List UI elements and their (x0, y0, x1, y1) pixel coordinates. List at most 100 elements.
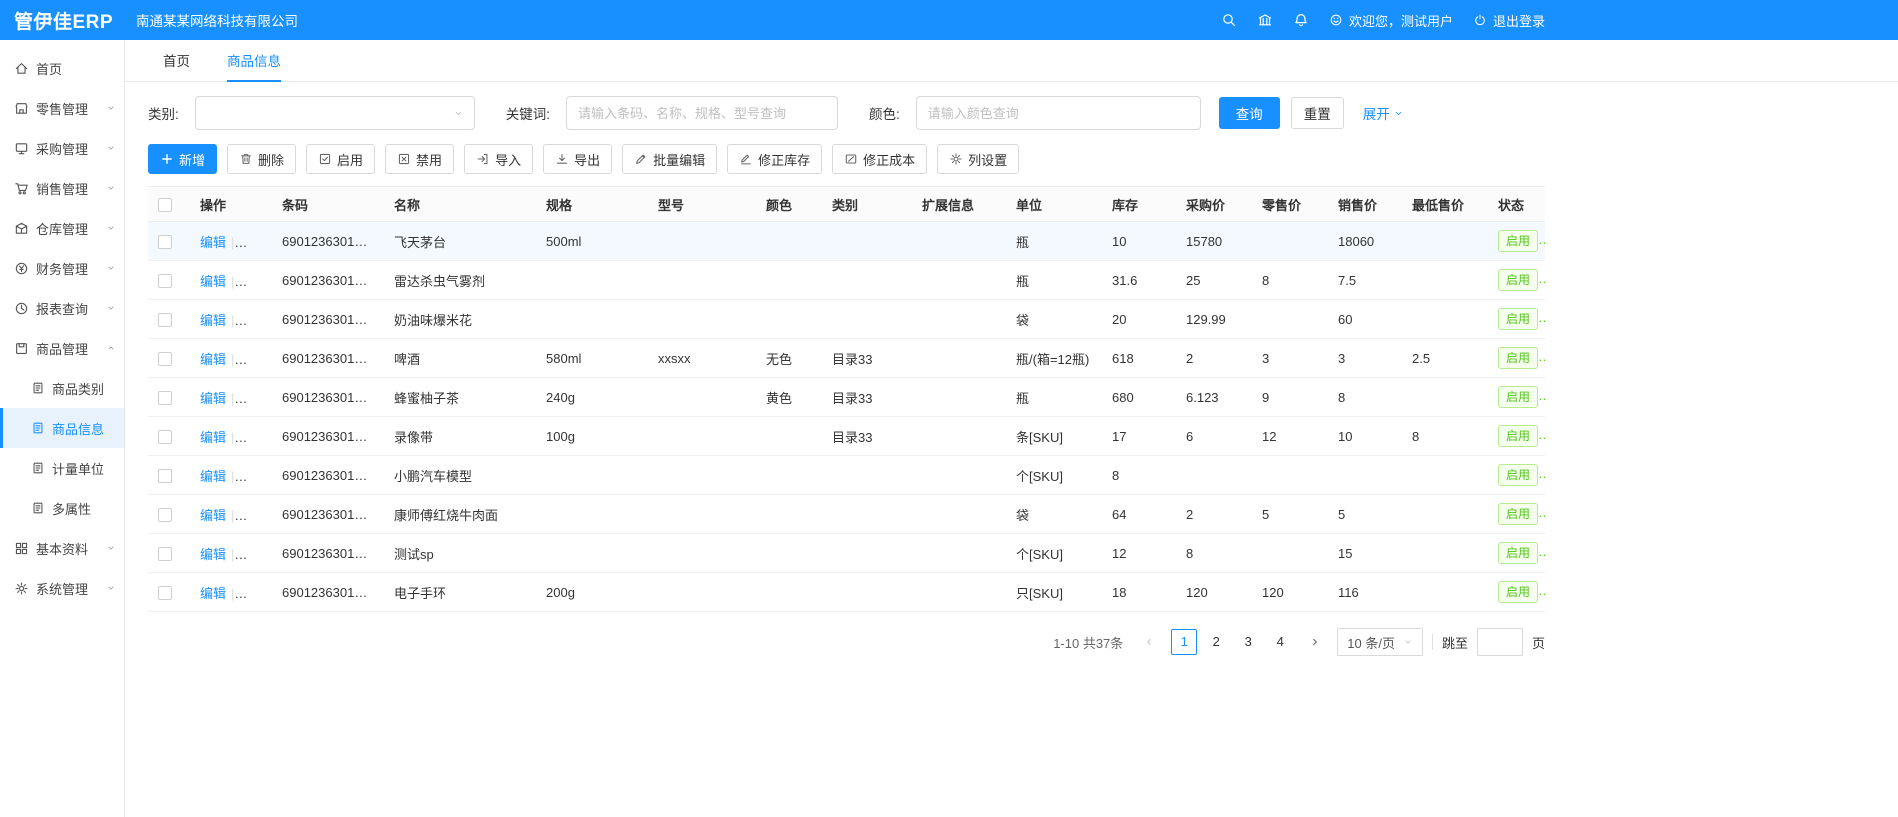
cell-category: 目录33 (822, 339, 912, 378)
action-divider: | (231, 274, 234, 289)
status-badge[interactable]: 启用 (1498, 581, 1538, 603)
status-badge[interactable]: 启用 (1498, 347, 1538, 369)
sidebar-item-measure-unit[interactable]: 计量单位 (0, 448, 124, 488)
edit-link[interactable]: 编辑 (200, 547, 226, 562)
edit-link[interactable]: 编辑 (200, 352, 226, 367)
sidebar-item-multi-attr[interactable]: 多属性 (0, 488, 124, 528)
export-button[interactable]: 导出 (543, 144, 612, 174)
cell-barcode: 6901236301321 (272, 495, 384, 534)
chevron-down-icon (106, 583, 116, 593)
sidebar-item-finance[interactable]: 财务管理 (0, 248, 124, 288)
tab-product-info[interactable]: 商品信息 (227, 40, 281, 82)
bank-icon[interactable] (1257, 12, 1273, 28)
expand-label: 展开 (1363, 103, 1390, 123)
edit-link[interactable]: 编辑 (200, 430, 226, 445)
sidebar-item-home[interactable]: 首页 (0, 48, 124, 88)
finance-icon (14, 261, 29, 276)
page-button[interactable]: 3 (1235, 629, 1261, 655)
export-icon (555, 152, 569, 166)
sidebar-item-report[interactable]: 报表查询 (0, 288, 124, 328)
page-size-select[interactable]: 10 条/页 (1337, 628, 1423, 656)
row-checkbox[interactable] (158, 586, 172, 600)
cell-status: 启用 (1488, 261, 1545, 300)
toolbar: 新增删除启用禁用导入导出 批量编辑 修正库存修正成本列设置 (148, 144, 1570, 174)
sidebar-item-sales[interactable]: 销售管理 (0, 168, 124, 208)
cell-name: 蜂蜜柚子茶 (384, 378, 536, 417)
status-badge[interactable]: 启用 (1498, 269, 1538, 291)
row-checkbox[interactable] (158, 235, 172, 249)
page-button[interactable]: 2 (1203, 629, 1229, 655)
smiley-icon (1329, 13, 1343, 27)
cell-retail: 3 (1252, 339, 1328, 378)
status-badge[interactable]: 启用 (1498, 425, 1538, 447)
edit-link[interactable]: 编辑 (200, 469, 226, 484)
cell-name: 康师傅红烧牛肉面 (384, 495, 536, 534)
sidebar-item-label: 基本资料 (36, 539, 88, 558)
sidebar-item-purchase[interactable]: 采购管理 (0, 128, 124, 168)
status-badge[interactable]: 启用 (1498, 542, 1538, 564)
row-checkbox[interactable] (158, 547, 172, 561)
import-button[interactable]: 导入 (464, 144, 533, 174)
enable-button[interactable]: 启用 (306, 144, 375, 174)
sidebar-item-goods-info[interactable]: 商品信息 (0, 408, 124, 448)
fix-stock-button[interactable]: 修正库存 (727, 144, 822, 174)
fix-cost-button[interactable]: 修正成本 (832, 144, 927, 174)
edit-link[interactable]: 编辑 (200, 586, 226, 601)
row-checkbox[interactable] (158, 508, 172, 522)
status-badge[interactable]: 启用 (1498, 464, 1538, 486)
bell-icon[interactable] (1293, 12, 1309, 28)
row-checkbox[interactable] (158, 352, 172, 366)
sidebar-item-label: 商品管理 (36, 339, 88, 358)
sidebar-item-basic[interactable]: 基本资料 (0, 528, 124, 568)
next-page-button[interactable] (1302, 629, 1328, 655)
batch-edit-button[interactable]: 批量编辑 (622, 144, 717, 174)
edit-link[interactable]: 编辑 (200, 274, 226, 289)
row-checkbox[interactable] (158, 274, 172, 288)
edit-link[interactable]: 编辑 (200, 508, 226, 523)
cell-actions: 编辑|删除 (190, 378, 272, 417)
tab-home[interactable]: 首页 (163, 40, 190, 82)
search-icon[interactable] (1221, 12, 1237, 28)
sidebar-item-system[interactable]: 系统管理 (0, 568, 124, 608)
cell-name: 啤酒 (384, 339, 536, 378)
jump-label: 跳至 (1442, 633, 1468, 652)
system-icon (14, 581, 29, 596)
sidebar-item-retail[interactable]: 零售管理 (0, 88, 124, 128)
row-checkbox[interactable] (158, 430, 172, 444)
welcome-user[interactable]: 欢迎您，测试用户 (1329, 11, 1453, 30)
page-button[interactable]: 4 (1267, 629, 1293, 655)
sidebar-item-goods-category[interactable]: 商品类别 (0, 368, 124, 408)
edit-link[interactable]: 编辑 (200, 391, 226, 406)
delete-button[interactable]: 删除 (227, 144, 296, 174)
doc-icon (31, 381, 45, 395)
edit-link[interactable]: 编辑 (200, 313, 226, 328)
prev-page-button[interactable] (1136, 629, 1162, 655)
toolbar-button-label: 批量编辑 (653, 150, 705, 169)
status-badge[interactable]: 启用 (1498, 503, 1538, 525)
sidebar-item-goods[interactable]: 商品管理 (0, 328, 124, 368)
search-button[interactable]: 查询 (1219, 97, 1280, 129)
disable-button[interactable]: 禁用 (385, 144, 454, 174)
jump-input[interactable] (1477, 628, 1523, 656)
cell-category (822, 573, 912, 612)
sidebar-item-warehouse[interactable]: 仓库管理 (0, 208, 124, 248)
status-badge[interactable]: 启用 (1498, 308, 1538, 330)
row-checkbox[interactable] (158, 313, 172, 327)
column-settings-button[interactable]: 列设置 (937, 144, 1019, 174)
color-input[interactable] (916, 96, 1201, 130)
logout-button[interactable]: 退出登录 (1473, 11, 1545, 30)
category-select[interactable] (195, 96, 475, 130)
cell-sale: 7.5 (1328, 261, 1402, 300)
keyword-input[interactable] (566, 96, 838, 130)
reset-button[interactable]: 重置 (1291, 97, 1344, 129)
page-button[interactable]: 1 (1171, 629, 1197, 655)
status-badge[interactable]: 启用 (1498, 230, 1538, 252)
add-button[interactable]: 新增 (148, 144, 217, 174)
status-badge[interactable]: 启用 (1498, 386, 1538, 408)
expand-link[interactable]: 展开 (1363, 103, 1404, 123)
cell-color (756, 456, 822, 495)
select-all-checkbox[interactable] (158, 198, 172, 212)
row-checkbox[interactable] (158, 469, 172, 483)
edit-link[interactable]: 编辑 (200, 235, 226, 250)
row-checkbox[interactable] (158, 391, 172, 405)
